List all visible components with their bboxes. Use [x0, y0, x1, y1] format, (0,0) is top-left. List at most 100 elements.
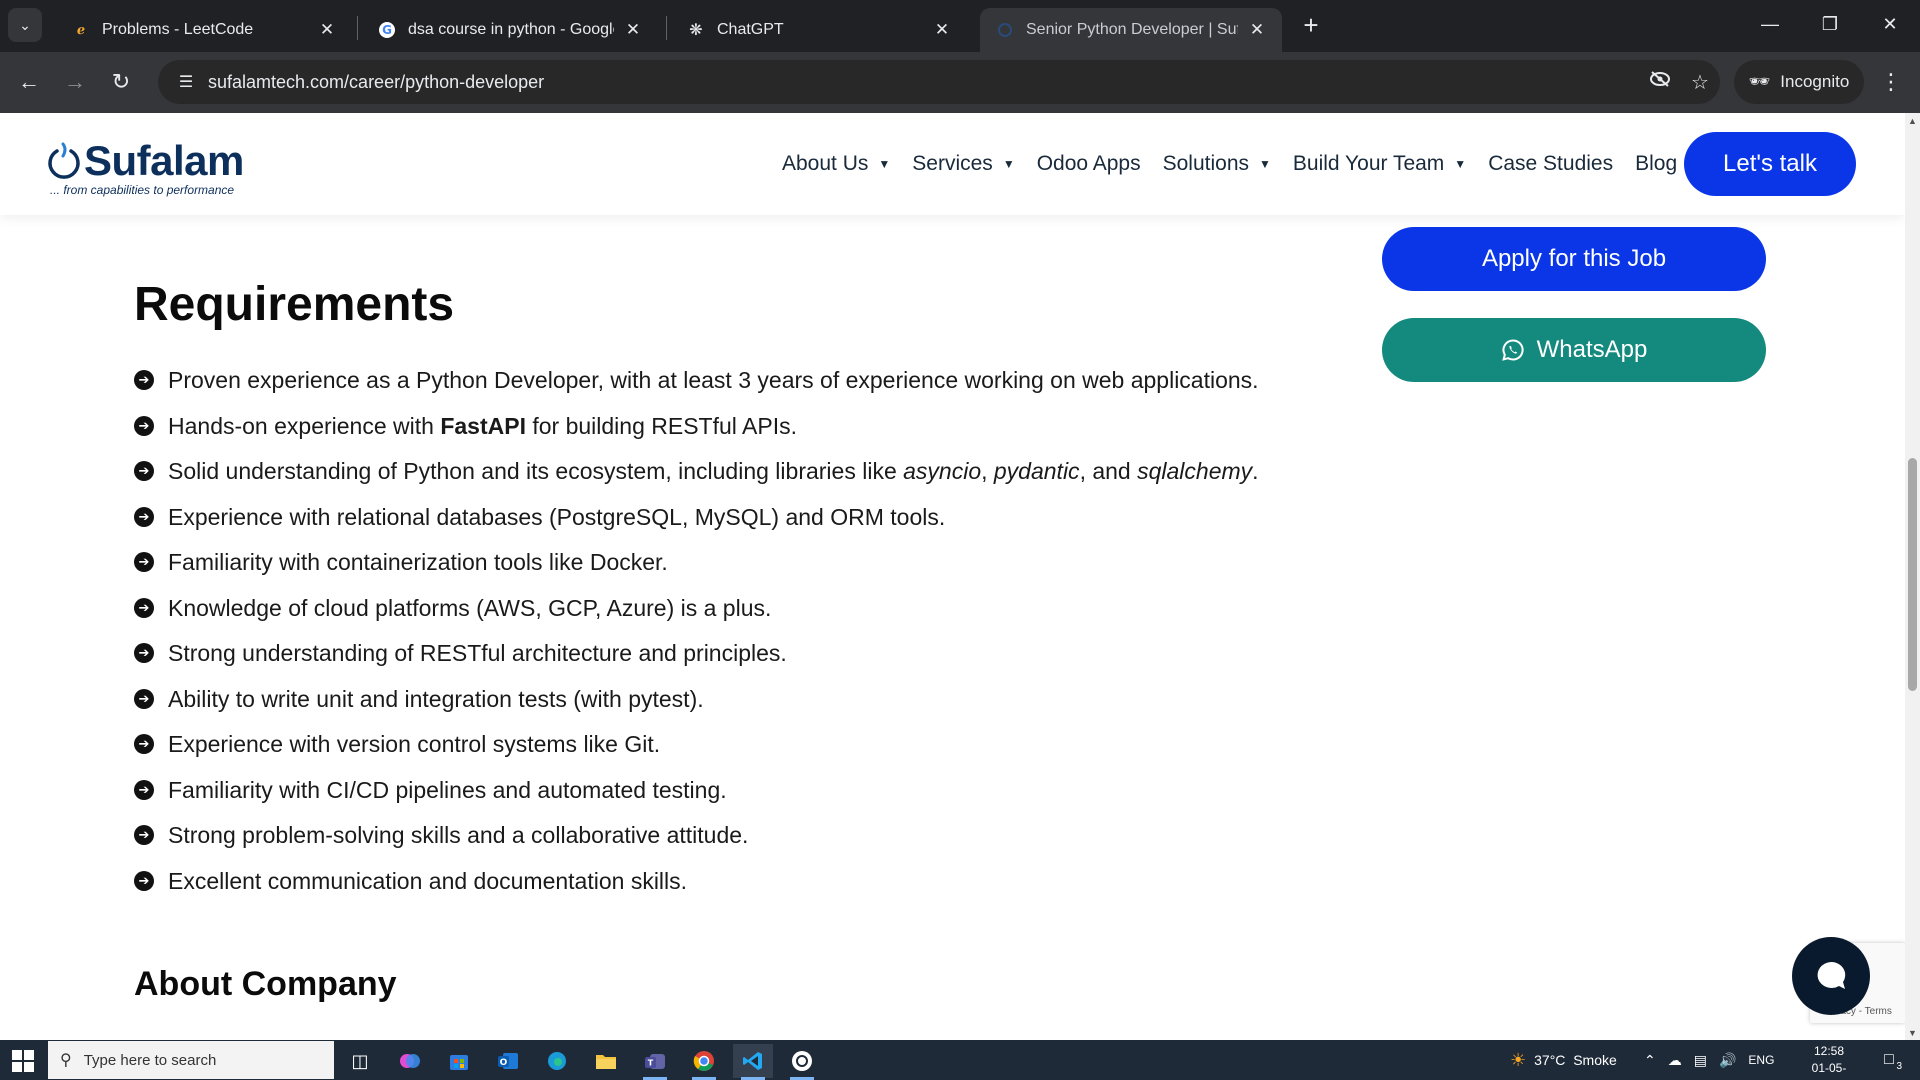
requirement-italic-text: pydantic: [993, 458, 1080, 484]
teams-icon[interactable]: T: [635, 1044, 675, 1080]
windows-start-icon[interactable]: [12, 1050, 34, 1072]
new-tab-button[interactable]: +: [1296, 10, 1326, 40]
microsoft-store-icon[interactable]: [439, 1044, 479, 1078]
requirement-item: ➔ Proven experience as a Python Developer…: [134, 367, 1259, 413]
requirement-text: Solid understanding of Python and its ec…: [168, 458, 1259, 485]
taskbar-clock[interactable]: 12:58 01-05-2025: [1800, 1043, 1858, 1080]
close-tab-icon[interactable]: ✕: [316, 20, 338, 40]
volume-icon[interactable]: 🔊: [1719, 1052, 1736, 1069]
tab-sufalam-active[interactable]: Senior Python Developer | Sufal ✕: [980, 8, 1282, 52]
tab-leetcode[interactable]: ℯ Problems - LeetCode ✕: [56, 8, 352, 52]
nav-label: Case Studies: [1488, 152, 1614, 175]
outlook-icon[interactable]: O: [488, 1044, 528, 1078]
lets-talk-button[interactable]: Let's talk: [1684, 132, 1856, 196]
caret-down-icon: ▼: [878, 157, 891, 171]
show-hidden-icons-icon[interactable]: ⌃: [1644, 1052, 1656, 1069]
tab-search-button[interactable]: ⌄: [8, 8, 42, 42]
incognito-indicator[interactable]: 🕶 Incognito: [1734, 60, 1864, 104]
chrome-icon[interactable]: [684, 1044, 724, 1080]
nav-solutions[interactable]: Solutions ▼: [1163, 152, 1271, 176]
whatsapp-label: WhatsApp: [1536, 336, 1648, 363]
requirement-text: Knowledge of cloud platforms (AWS, GCP, …: [168, 595, 771, 622]
requirement-item: ➔ Hands-on experience with FastAPI for bu…: [134, 413, 1259, 459]
nav-blog[interactable]: Blog: [1635, 152, 1677, 176]
file-explorer-icon[interactable]: [586, 1044, 626, 1078]
sufalam-logo-mark-icon: [48, 142, 80, 179]
page-scrollbar[interactable]: ▲ ▼: [1905, 113, 1920, 1040]
back-button[interactable]: ←: [12, 65, 46, 99]
search-icon: ⚲: [60, 1052, 72, 1069]
notification-icon: □: [1884, 1051, 1894, 1068]
nav-label: Services: [912, 152, 993, 175]
scroll-down-icon[interactable]: ▼: [1905, 1025, 1920, 1040]
minimize-window-button[interactable]: —: [1744, 6, 1796, 42]
clock-date: 01-05-2025: [1811, 1061, 1847, 1080]
reload-icon: ↻: [111, 69, 131, 94]
search-placeholder: Type here to search: [83, 1051, 217, 1069]
nav-odoo-apps[interactable]: Odoo Apps: [1037, 152, 1141, 176]
bookmark-star-icon[interactable]: ☆: [1680, 70, 1720, 95]
onedrive-icon[interactable]: ☁: [1668, 1052, 1682, 1069]
requirement-item: ➔ Experience with version control systems…: [134, 731, 1259, 777]
nav-about-us[interactable]: About Us ▼: [782, 152, 890, 176]
requirement-item: ➔ Knowledge of cloud platforms (AWS, GCP,…: [134, 595, 1259, 641]
tracking-protection-eye-icon[interactable]: [1640, 70, 1680, 94]
system-tray: ⌃ ☁ ▤ 🔊 ENG: [1644, 1040, 1774, 1080]
weather-widget[interactable]: ☀ 37°C Smoke: [1510, 1040, 1617, 1080]
forward-button[interactable]: →: [58, 65, 92, 99]
requirement-text: Experience with relational databases (Po…: [168, 504, 945, 531]
apply-for-job-button[interactable]: Apply for this Job: [1382, 227, 1766, 291]
nav-label: Build Your Team: [1292, 152, 1445, 175]
url-text[interactable]: sufalamtech.com/career/python-developer: [208, 72, 1640, 93]
requirement-text-segment: .: [1252, 458, 1259, 484]
clock-time: 12:58: [1813, 1044, 1845, 1058]
nav-services[interactable]: Services ▼: [912, 152, 1014, 176]
requirement-text: Familiarity with CI/CD pipelines and aut…: [168, 777, 727, 804]
edge-icon[interactable]: [537, 1044, 577, 1078]
requirement-text-segment: Familiarity with containerization tools …: [168, 549, 668, 575]
language-indicator[interactable]: ENG: [1748, 1053, 1774, 1067]
vscode-icon[interactable]: [733, 1044, 773, 1080]
address-bar[interactable]: ☰ sufalamtech.com/career/python-develope…: [158, 60, 1720, 104]
browser-menu-button[interactable]: ⋮: [1876, 65, 1906, 99]
close-tab-icon[interactable]: ✕: [622, 20, 644, 40]
tab-divider: [357, 16, 358, 40]
requirement-item: ➔ Strong understanding of RESTful archite…: [134, 640, 1259, 686]
network-icon[interactable]: ▤: [1694, 1052, 1707, 1069]
arrow-circle-right-icon: ➔: [134, 870, 154, 891]
requirement-text: Ability to write unit and integration te…: [168, 686, 704, 713]
incognito-label: Incognito: [1780, 72, 1850, 91]
requirement-text-segment: ,: [981, 458, 994, 484]
arrow-circle-right-icon: ➔: [134, 734, 154, 754]
close-window-button[interactable]: ✕: [1864, 6, 1916, 42]
task-view-icon[interactable]: ◫: [340, 1044, 380, 1078]
copilot-icon[interactable]: [390, 1044, 430, 1078]
taskbar-search-box[interactable]: ⚲ Type here to search: [48, 1041, 334, 1079]
requirement-item: ➔ Familiarity with CI/CD pipelines and au…: [134, 777, 1259, 823]
restore-window-button[interactable]: ❐: [1804, 6, 1856, 42]
close-tab-icon[interactable]: ✕: [931, 20, 953, 40]
requirement-bold-text: FastAPI: [440, 412, 526, 439]
site-info-icon[interactable]: ☰: [166, 72, 206, 92]
chat-widget-button[interactable]: [1792, 937, 1870, 1015]
scroll-up-icon[interactable]: ▲: [1905, 113, 1920, 128]
reload-button[interactable]: ↻: [104, 65, 138, 99]
tab-google-search[interactable]: G dsa course in python - Google S ✕: [362, 8, 658, 52]
close-tab-icon[interactable]: ✕: [1246, 20, 1268, 40]
arrow-circle-right-icon: ➔: [134, 370, 154, 390]
chatgpt-app-icon[interactable]: [782, 1044, 822, 1080]
requirement-text: Strong understanding of RESTful architec…: [168, 640, 787, 667]
nav-label: Odoo Apps: [1036, 152, 1141, 175]
notification-center-button[interactable]: □ 3: [1876, 1048, 1902, 1072]
requirement-text-segment: Strong understanding of RESTful architec…: [168, 640, 787, 666]
scrollbar-thumb[interactable]: [1908, 458, 1917, 691]
sufalam-logo[interactable]: Sufalam ... from capabilities to perform…: [44, 137, 244, 197]
nav-case-studies[interactable]: Case Studies: [1488, 152, 1613, 176]
arrow-circle-right-icon: ➔: [134, 688, 154, 709]
browser-toolbar: ← → ↻ ☰ sufalamtech.com/career/python-de…: [0, 52, 1920, 113]
nav-build-your-team[interactable]: Build Your Team ▼: [1293, 152, 1466, 176]
minimize-icon: —: [1761, 13, 1779, 34]
whatsapp-button[interactable]: WhatsApp: [1382, 318, 1766, 382]
requirement-item: ➔ Ability to write unit and integration t…: [134, 686, 1259, 732]
tab-chatgpt[interactable]: ❋ ChatGPT ✕: [671, 8, 967, 52]
